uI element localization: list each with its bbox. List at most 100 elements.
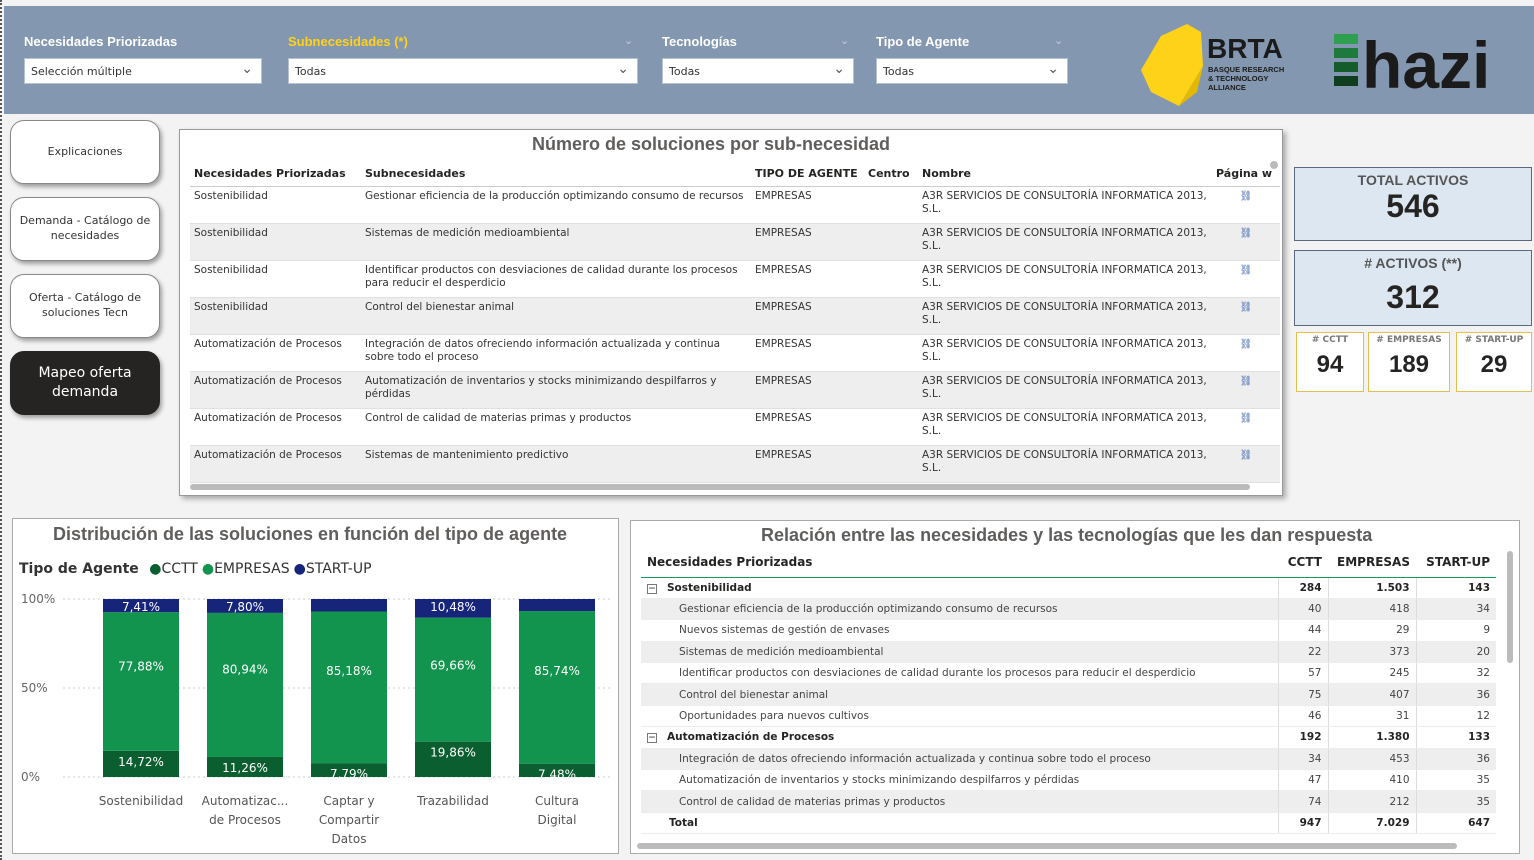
x-tick-label: Automatizac... xyxy=(202,794,289,808)
kpi-label: # ACTIVOS (**) xyxy=(1364,255,1462,271)
chevron-down-icon[interactable]: ⌄ xyxy=(840,34,849,47)
filter-tipo-agente: Tipo de Agente ⌄ Todas ⌄ xyxy=(876,34,1068,84)
link-icon[interactable]: ⛓ xyxy=(1240,376,1253,387)
cell-necesidad: Automatización de Procesos xyxy=(190,445,361,483)
collapse-icon[interactable]: − xyxy=(647,733,657,744)
matrix-group-row[interactable]: − Automatización de Procesos 192 1.380 133 xyxy=(641,726,1496,749)
table-row[interactable]: Sostenibilidad Gestionar eficiencia de la… xyxy=(190,186,1280,224)
table-row[interactable]: Automatización de Procesos Sistemas de ma… xyxy=(190,445,1280,483)
cell-startup: 133 xyxy=(1415,726,1496,749)
cell-empresas: 29 xyxy=(1327,619,1416,642)
bar-segment-empresas[interactable] xyxy=(519,611,595,764)
chevron-down-icon[interactable]: ⌄ xyxy=(1054,34,1063,47)
nav-explicaciones-button[interactable]: Explicaciones xyxy=(10,120,160,184)
col-header-empresas[interactable]: EMPRESAS xyxy=(1328,547,1416,578)
link-icon[interactable]: ⛓ xyxy=(1240,450,1253,461)
cell-label: − Automatización de Procesos xyxy=(641,726,1278,749)
nav-demanda-button[interactable]: Demanda - Catálogo de necesidades xyxy=(10,197,160,261)
matrix-row[interactable]: Automatización de inventarios y stocks m… xyxy=(641,769,1496,792)
col-header-startup[interactable]: START-UP xyxy=(1416,547,1496,578)
matrix-group-row[interactable]: − Sostenibilidad 284 1.503 143 xyxy=(641,577,1496,599)
necesidades-dropdown[interactable]: Selección múltiple ⌄ xyxy=(24,58,262,84)
cell-pagina-web: ⛓ xyxy=(1212,223,1280,261)
kpi-value: 546 xyxy=(1386,188,1440,224)
col-header-subnecesidades[interactable]: Subnecesidades xyxy=(361,162,751,187)
tipo-agente-dropdown[interactable]: Todas ⌄ xyxy=(876,58,1068,84)
link-icon[interactable]: ⛓ xyxy=(1240,413,1253,424)
table-row[interactable]: Automatización de Procesos Integración de… xyxy=(190,334,1280,372)
row-label: Oportunidades para nuevos cultivos xyxy=(679,710,869,723)
tecnologias-dropdown[interactable]: Todas ⌄ xyxy=(662,58,854,84)
link-icon[interactable]: ⛓ xyxy=(1240,339,1253,350)
col-header-necesidades[interactable]: Necesidades Priorizadas xyxy=(190,162,361,187)
data-label: 10,48% xyxy=(430,600,476,614)
x-tick-label: Cultura xyxy=(535,794,579,808)
cell-startup: 32 xyxy=(1415,662,1496,685)
activos-card: # ACTIVOS (**) 312 xyxy=(1294,250,1532,326)
col-header-centro[interactable]: Centro xyxy=(864,162,918,187)
col-header-cctt[interactable]: CCTT xyxy=(1278,547,1328,578)
nav-mapeo-button[interactable]: Mapeo oferta demanda xyxy=(10,351,160,415)
table-row[interactable]: Automatización de Procesos Control de cal… xyxy=(190,408,1280,446)
matrix-row[interactable]: Nuevos sistemas de gestión de envases 44 2… xyxy=(641,619,1496,642)
matrix-total-row[interactable]: Total 947 7.029 647 xyxy=(641,811,1496,835)
link-icon[interactable]: ⛓ xyxy=(1240,265,1253,276)
cell-pagina-web: ⛓ xyxy=(1212,260,1280,298)
vertical-scrollbar[interactable] xyxy=(1270,161,1278,169)
cell-label: Oportunidades para nuevos cultivos xyxy=(641,705,1278,728)
cell-tipo-agente: EMPRESAS xyxy=(751,445,864,483)
matrix-row[interactable]: Oportunidades para nuevos cultivos 46 31 12 xyxy=(641,705,1496,728)
collapse-icon[interactable]: − xyxy=(647,583,657,594)
cell-cctt: 57 xyxy=(1277,662,1328,685)
cell-centro xyxy=(864,297,918,335)
table-row[interactable]: Sostenibilidad Identificar productos con … xyxy=(190,260,1280,298)
bar-segment-empresas[interactable] xyxy=(207,612,283,757)
matrix-row[interactable]: Control del bienestar animal 75 407 36 xyxy=(641,683,1496,706)
cell-subnecesidad: Identificar productos con desviaciones d… xyxy=(361,260,751,298)
bar-segment-empresas[interactable] xyxy=(415,617,491,742)
subnecesidades-dropdown[interactable]: Todas ⌄ xyxy=(288,58,638,84)
col-header-necesidades[interactable]: Necesidades Priorizadas xyxy=(641,547,1278,578)
bar-segment-empresas[interactable] xyxy=(103,612,179,751)
horizontal-scrollbar[interactable] xyxy=(637,843,1457,849)
matrix-row[interactable]: Control de calidad de materias primas y … xyxy=(641,790,1496,813)
cell-necesidad: Sostenibilidad xyxy=(190,223,361,261)
distribution-chart-card: Distribución de las soluciones en funció… xyxy=(12,518,619,854)
cell-label: Identificar productos con desviaciones d… xyxy=(641,662,1278,685)
row-label: Gestionar eficiencia de la producción op… xyxy=(679,603,1058,616)
bar-segment-empresas[interactable] xyxy=(311,611,387,764)
filter-subnecesidades: Subnecesidades (*) ⌄ Todas ⌄ xyxy=(288,34,638,84)
data-label: 14,72% xyxy=(118,755,164,769)
matrix-row[interactable]: Integración de datos ofreciendo informac… xyxy=(641,748,1496,771)
bar-segment-start-up[interactable] xyxy=(519,599,595,612)
cell-pagina-web: ⛓ xyxy=(1212,371,1280,409)
cell-label: Integración de datos ofreciendo informac… xyxy=(641,748,1278,771)
table-row[interactable]: Automatización de Procesos Automatización… xyxy=(190,371,1280,409)
data-label: 11,26% xyxy=(222,761,268,775)
nav-label: Mapeo oferta demanda xyxy=(38,365,132,400)
horizontal-scrollbar[interactable] xyxy=(190,484,1250,490)
x-tick-label: Captar y xyxy=(323,794,374,808)
matrix-row[interactable]: Gestionar eficiencia de la producción op… xyxy=(641,598,1496,621)
chevron-down-icon[interactable]: ⌄ xyxy=(624,34,633,47)
x-tick-label: de Procesos xyxy=(209,813,281,827)
link-icon[interactable]: ⛓ xyxy=(1240,302,1253,313)
data-label: 80,94% xyxy=(222,662,268,676)
vertical-scrollbar[interactable] xyxy=(1507,551,1513,663)
cell-cctt: 22 xyxy=(1277,641,1328,664)
data-label: 7,41% xyxy=(122,600,160,614)
mini-label: # CCTT xyxy=(1311,335,1349,345)
cell-tipo-agente: EMPRESAS xyxy=(751,223,864,261)
cell-necesidad: Sostenibilidad xyxy=(190,186,361,224)
col-header-tipo-agente[interactable]: TIPO DE AGENTE xyxy=(751,162,864,187)
table-row[interactable]: Sostenibilidad Sistemas de medición medio… xyxy=(190,223,1280,261)
link-icon[interactable]: ⛓ xyxy=(1240,228,1253,239)
link-icon[interactable]: ⛓ xyxy=(1240,191,1253,202)
bar-segment-start-up[interactable] xyxy=(311,599,387,612)
matrix-row[interactable]: Identificar productos con desviaciones d… xyxy=(641,662,1496,685)
table-row[interactable]: Sostenibilidad Control del bienestar anim… xyxy=(190,297,1280,335)
col-header-nombre[interactable]: Nombre xyxy=(918,162,1212,187)
nav-label: Explicaciones xyxy=(47,144,123,158)
matrix-row[interactable]: Sistemas de medición medioambiental 22 373… xyxy=(641,641,1496,664)
nav-oferta-button[interactable]: Oferta - Catálogo de soluciones Tecn xyxy=(10,274,160,338)
